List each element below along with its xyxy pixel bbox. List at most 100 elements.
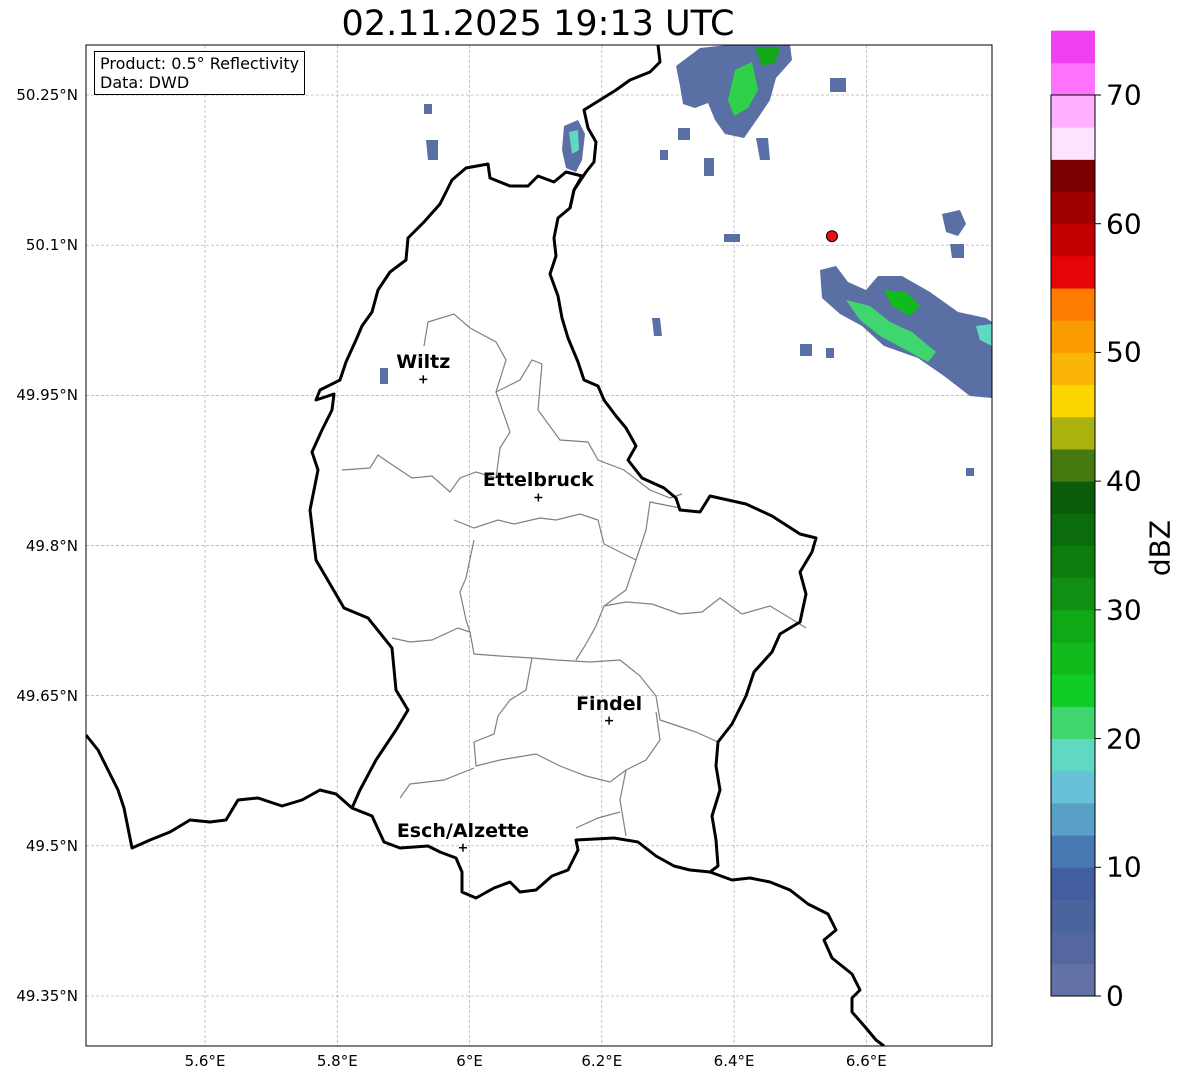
colorbar-tick-label: 50 <box>1106 335 1142 369</box>
echo-northeast-scatter <box>942 210 966 236</box>
colorbar-segment <box>1051 706 1095 740</box>
radar-map <box>85 30 1101 1047</box>
city-marker <box>605 716 614 725</box>
canton-boundary-center <box>453 501 681 561</box>
france-belgium-border-west <box>86 734 353 850</box>
echo-small-13 <box>678 128 690 140</box>
echo-small-3 <box>426 140 438 160</box>
lat-tick-label: 49.65°N <box>16 686 78 705</box>
luxembourg-border <box>308 162 818 900</box>
lon-tick-label: 5.6°E <box>184 1052 226 1070</box>
canton-boundary-south-2 <box>575 811 621 829</box>
colorbar-tick-label: 0 <box>1106 979 1124 1013</box>
colorbar-tick-label: 70 <box>1106 78 1142 112</box>
city-marker <box>458 843 467 852</box>
colorbar <box>1051 30 1101 997</box>
canton-boundary-north <box>341 313 511 493</box>
lat-tick-label: 49.95°N <box>16 386 78 405</box>
colorbar-segment <box>1051 191 1095 225</box>
info-box: Product: 0.5° Reflectivity Data: DWD <box>94 51 306 95</box>
echo-small-5 <box>380 368 388 384</box>
lat-tick-label: 49.8°N <box>25 536 78 555</box>
echo-small-4 <box>424 104 432 114</box>
canton-boundary-south-center <box>469 631 719 743</box>
canton-boundary-mid <box>575 559 637 661</box>
city-marker <box>534 493 543 502</box>
city-markers <box>419 375 614 852</box>
echo-small-10 <box>660 150 668 160</box>
city-marker <box>419 375 428 384</box>
canton-boundary-southwest <box>399 767 475 799</box>
colorbar-segment <box>1051 416 1095 450</box>
colorbar-segment <box>1051 577 1095 611</box>
colorbar-segment <box>1051 320 1095 353</box>
lat-tick-label: 50.25°N <box>16 86 78 105</box>
canton-boundary-west <box>391 539 475 643</box>
colorbar-tick-label: 40 <box>1106 464 1142 498</box>
france-germany-border-south <box>709 870 885 1046</box>
lat-tick-label: 49.35°N <box>16 986 78 1005</box>
colorbar-segment <box>1051 288 1095 321</box>
precipitation-echoes <box>380 45 992 476</box>
echo-small-11 <box>704 158 714 176</box>
product-label: Product: 0.5° Reflectivity <box>100 54 300 73</box>
lon-tick-label: 6.6°E <box>845 1052 887 1070</box>
colorbar-segment <box>1051 448 1095 482</box>
city-label: Esch/Alzette <box>396 819 530 842</box>
colorbar-segment <box>1051 609 1095 643</box>
lat-tick-label: 50.1°N <box>25 236 78 255</box>
colorbar-segment <box>1051 159 1095 193</box>
lon-tick-label: 5.8°E <box>316 1052 358 1070</box>
colorbar-segment <box>1051 352 1095 386</box>
canton-boundary-east <box>603 597 807 629</box>
colorbar-segment <box>1051 127 1095 160</box>
colorbar-segment <box>1051 481 1095 514</box>
colorbar-segment <box>1051 931 1095 965</box>
colorbar-segment <box>1051 642 1095 675</box>
city-label: Findel <box>576 692 643 715</box>
colorbar-segment <box>1051 674 1095 707</box>
colorbar-segment <box>1051 30 1095 64</box>
national-borders <box>86 45 885 1046</box>
lat-tick-label: 49.5°N <box>25 836 78 855</box>
colorbar-tick-label: 10 <box>1106 850 1142 884</box>
colorbar-tick-label: 20 <box>1106 722 1142 756</box>
echo-small-7 <box>826 348 834 358</box>
echo-small-6 <box>800 344 812 356</box>
canton-boundaries <box>341 313 807 837</box>
echo-small-12 <box>756 138 770 160</box>
lon-tick-label: 6°E <box>456 1052 483 1070</box>
canton-boundary-south <box>473 711 661 783</box>
colorbar-segment <box>1051 802 1095 836</box>
city-label: Wiltz <box>396 351 451 374</box>
colorbar-segment <box>1051 545 1095 579</box>
colorbar-segment <box>1051 95 1095 128</box>
colorbar-segment <box>1051 223 1095 257</box>
radar-site-marker <box>825 230 838 243</box>
germany-belgium-border-north <box>568 45 662 209</box>
lon-tick-label: 6.4°E <box>713 1052 755 1070</box>
canton-boundary-south-east <box>619 769 627 837</box>
canton-boundary-south-west <box>473 657 533 743</box>
data-source-label: Data: DWD <box>100 73 190 92</box>
colorbar-label: dBZ <box>1143 519 1177 577</box>
echo-small-8 <box>966 468 974 476</box>
colorbar-segment <box>1051 770 1095 804</box>
colorbar-segment <box>1051 963 1095 997</box>
echo-small-1 <box>724 234 740 242</box>
echo-northeast-scatter-2 <box>950 244 964 258</box>
colorbar-segment <box>1051 255 1095 289</box>
city-label: Ettelbruck <box>482 469 594 492</box>
colorbar-segment <box>1051 738 1095 772</box>
echo-small-9 <box>830 78 846 92</box>
colorbar-tick-label: 30 <box>1106 593 1142 627</box>
colorbar-segment <box>1051 513 1095 546</box>
colorbar-segment <box>1051 384 1095 418</box>
colorbar-segment <box>1051 62 1095 96</box>
colorbar-segment <box>1051 867 1095 900</box>
grid-lines <box>86 45 992 1046</box>
colorbar-tick-label: 60 <box>1106 207 1142 241</box>
echo-small-2 <box>652 318 662 336</box>
colorbar-segment <box>1051 835 1095 868</box>
colorbar-segment <box>1051 899 1095 933</box>
